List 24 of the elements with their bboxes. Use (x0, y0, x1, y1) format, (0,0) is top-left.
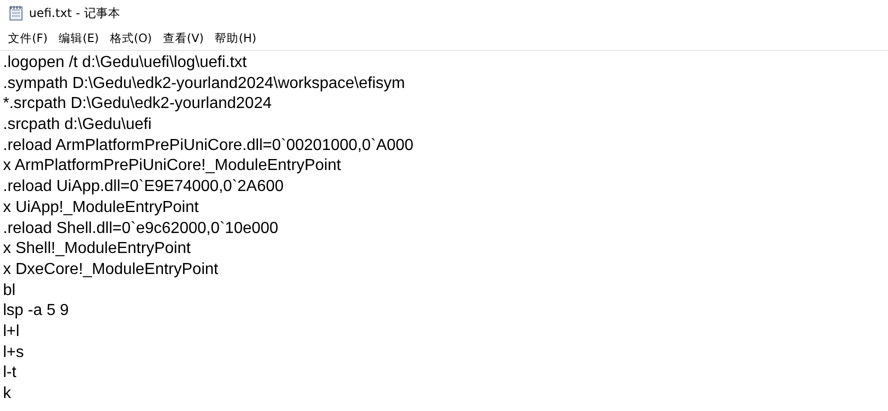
text-line: x ArmPlatformPrePiUniCore!_ModuleEntryPoint (3, 156, 342, 176)
text-line: x Shell!_ModuleEntryPoint (3, 239, 192, 260)
text-line: bl (3, 280, 16, 301)
text-line: l+l (3, 322, 20, 342)
notepad-icon (9, 5, 23, 21)
text-line: k (3, 384, 12, 404)
menu-item[interactable]: 帮助(H) (210, 30, 260, 46)
menu-item[interactable]: 编辑(E) (54, 30, 103, 46)
text-line: x DxeCore!_ModuleEntryPoint (3, 260, 220, 280)
menu-item[interactable]: 查看(V) (158, 30, 208, 46)
menu-item[interactable]: 格式(O) (106, 30, 156, 46)
text-line: *.srcpath D:\Gedu\edk2-yourland2024 (3, 94, 273, 114)
window-title: uefi.txt - 记事本 (29, 4, 120, 22)
text-line: .logopen /t d:\Gedu\uefi\log\uefi.txt (3, 53, 248, 73)
text-line: .reload Shell.dll=0`e9c62000,0`10e000 (3, 218, 280, 238)
text-line: .srcpath d:\Gedu\uefi (3, 115, 153, 136)
text-line: .sympath D:\Gedu\edk2-yourland2024\workspace\efisym (3, 74, 406, 94)
text-line: l-t (3, 363, 18, 384)
menu-item[interactable]: 文件(F) (4, 30, 52, 46)
text-line: lsp -a 5 9 (3, 301, 70, 322)
text-line: l+s (3, 342, 25, 363)
text-line: .reload UiApp.dll=0`E9E74000,0`2A600 (3, 177, 285, 198)
text-line: .reload ArmPlatformPrePiUniCore.dll=0`00201000,0`A000 (3, 136, 414, 156)
text-line: x UiApp!_ModuleEntryPoint (3, 198, 200, 218)
